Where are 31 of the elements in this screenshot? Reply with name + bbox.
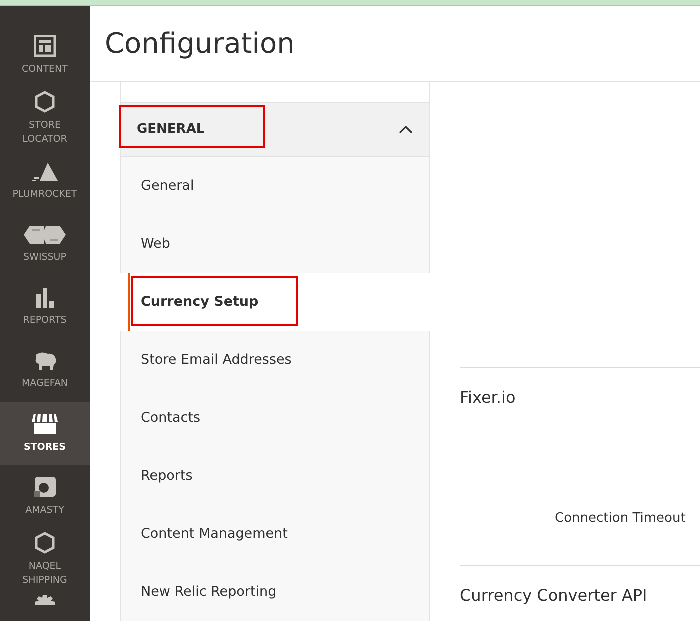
- gear-icon: [35, 595, 55, 605]
- layout-icon: [34, 34, 56, 57]
- tab-item[interactable]: Store Email Addresses: [120, 331, 430, 389]
- field-label: Connection Timeout: [555, 511, 686, 526]
- sidebar-item[interactable]: MAGEFAN: [0, 339, 90, 402]
- sidebar-item[interactable]: NAQEL SHIPPING: [0, 528, 90, 591]
- pyramid-icon: [31, 162, 59, 182]
- chevron-icon: [399, 125, 413, 134]
- sidebar-item[interactable]: SWISSUP: [0, 213, 90, 276]
- sidebar-item[interactable]: REPORTS: [0, 276, 90, 339]
- tab-item[interactable]: Web: [120, 215, 430, 273]
- tab-item[interactable]: Contacts: [120, 389, 430, 447]
- sidebar-item[interactable]: CONTENT: [0, 24, 90, 87]
- page-title: Configuration: [90, 6, 700, 82]
- store-icon: [31, 412, 59, 435]
- tab-item[interactable]: Content Management: [120, 505, 430, 563]
- tab-item[interactable]: New Relic Reporting: [120, 563, 430, 621]
- hexagon-icon: [35, 532, 55, 554]
- bar-chart-icon: [35, 288, 55, 308]
- letter-a-icon: [33, 476, 57, 498]
- sidebar-item[interactable]: AMASTY: [0, 465, 90, 528]
- sidebar-item[interactable]: STORE LOCATOR: [0, 87, 90, 150]
- hexagon-icon: [35, 90, 55, 113]
- cubes-icon: [22, 224, 68, 245]
- sidebar-item[interactable]: PLUMROCKET: [0, 150, 90, 213]
- sidebar-item[interactable]: STORES: [0, 402, 90, 465]
- tab-item[interactable]: Reports: [120, 447, 430, 505]
- tab-item[interactable]: General: [120, 157, 430, 215]
- section-title: Fixer.io: [460, 388, 517, 407]
- section-title: Currency Converter API: [460, 586, 648, 605]
- tab-group-header[interactable]: GENERAL: [120, 103, 430, 157]
